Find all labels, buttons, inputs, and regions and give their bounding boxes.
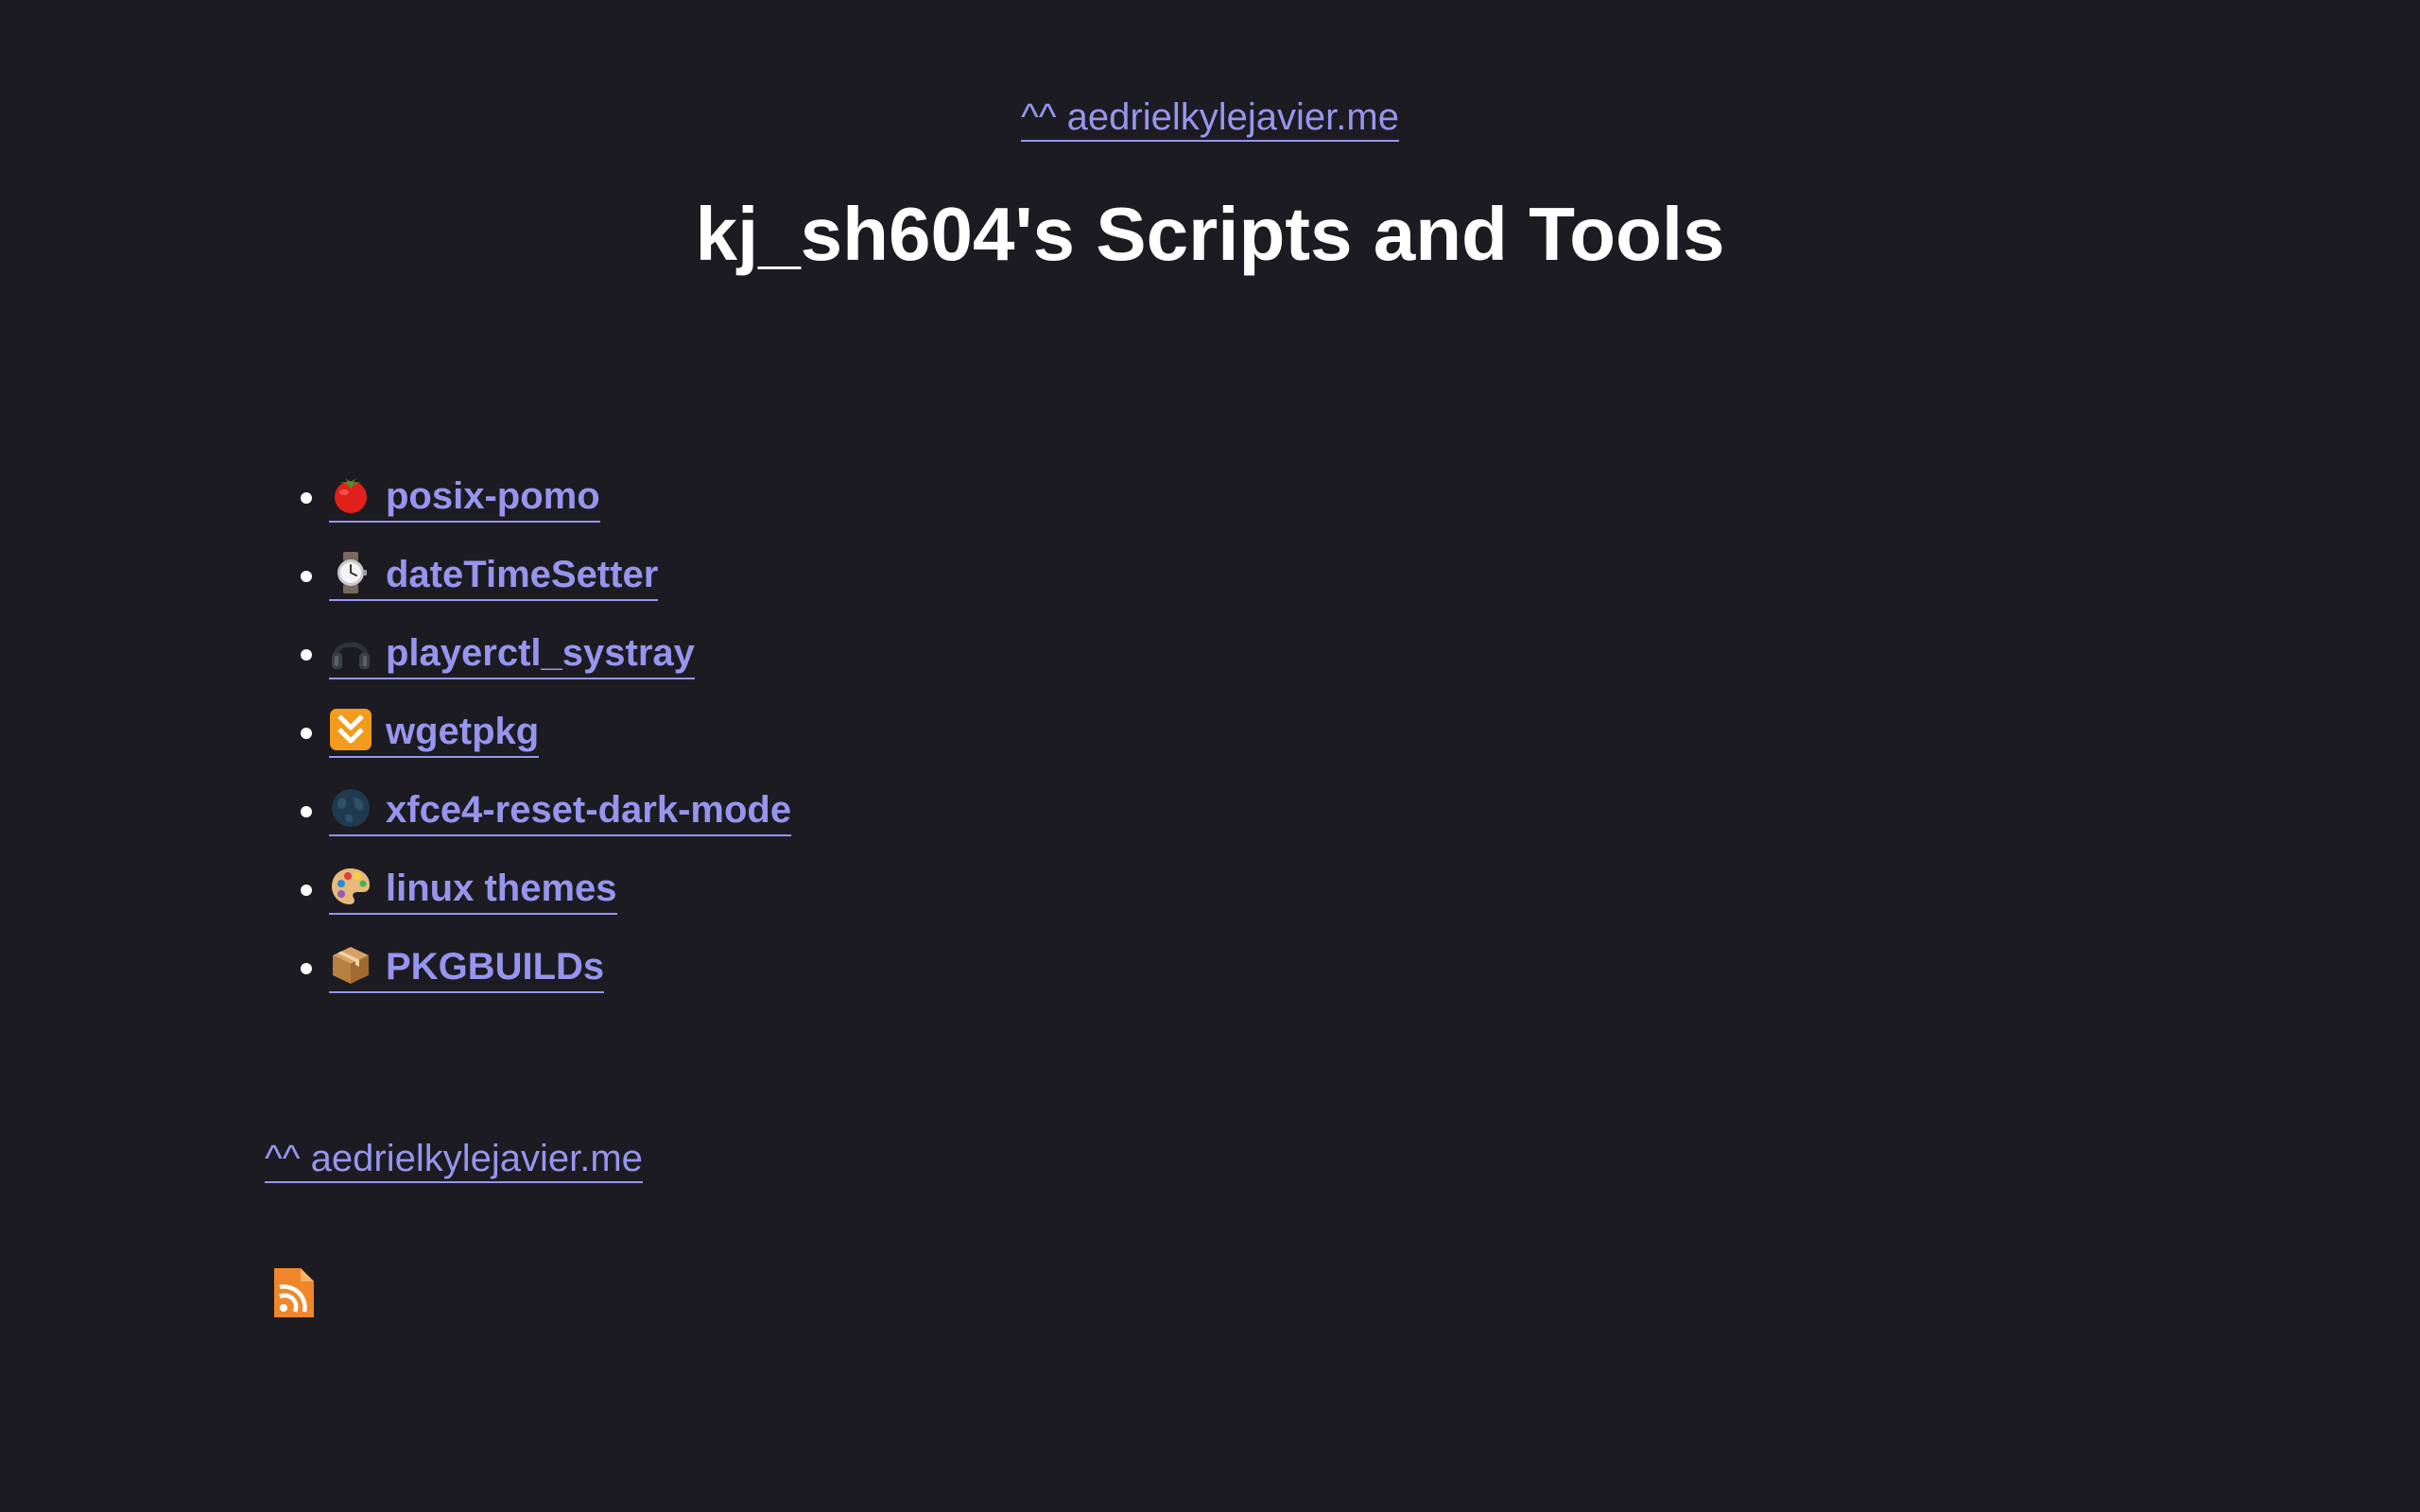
tomato-icon	[335, 478, 367, 513]
home-link-bottom[interactable]: ^^ aedrielkylejavier.me	[265, 1138, 643, 1183]
tool-label: posix-pomo	[386, 475, 600, 517]
fast-down-icon	[330, 709, 372, 750]
footer: ^^ aedrielkylejavier.me	[265, 1136, 643, 1183]
tool-link-posix-pomo[interactable]: posix-pomo	[329, 472, 600, 523]
list-item: posix-pomo	[329, 469, 791, 547]
tool-link-datetimesetter[interactable]: dateTimeSetter	[329, 551, 659, 601]
page: ^^ aedrielkylejavier.me kj_sh604's Scrip…	[0, 0, 2420, 1512]
tool-link-pkgbuilds[interactable]: PKGBUILDs	[329, 943, 605, 993]
globe-icon	[332, 789, 370, 827]
tool-label: playerctl_systray	[386, 632, 695, 674]
tool-link-playerctl-systray[interactable]: playerctl_systray	[329, 629, 695, 679]
headphones-icon	[332, 642, 370, 669]
watch-icon	[337, 552, 367, 593]
header: ^^ aedrielkylejavier.me	[0, 94, 2420, 142]
list-item: dateTimeSetter	[329, 547, 791, 626]
palette-icon	[332, 868, 370, 904]
list-item: linux themes	[329, 861, 791, 939]
home-link-top[interactable]: ^^ aedrielkylejavier.me	[1021, 96, 1399, 142]
list-item: xfce4-reset-dark-mode	[329, 782, 792, 861]
tool-link-linux-themes[interactable]: linux themes	[329, 865, 617, 915]
package-icon	[333, 947, 369, 984]
tool-label: linux themes	[386, 868, 617, 909]
tools-list: posix-pomo dateTimeSetter	[274, 469, 792, 1018]
tool-label: xfce4-reset-dark-mode	[386, 789, 792, 831]
list-item: PKGBUILDs	[329, 939, 791, 1018]
list-item: wgetpkg	[329, 704, 791, 782]
tool-label: PKGBUILDs	[386, 946, 605, 988]
list-item: playerctl_systray	[329, 626, 791, 704]
tool-link-wgetpkg[interactable]: wgetpkg	[329, 708, 540, 758]
rss-feed-icon	[274, 1268, 314, 1317]
page-title: kj_sh604's Scripts and Tools	[695, 192, 1725, 276]
tool-label: dateTimeSetter	[386, 554, 659, 595]
tool-link-xfce4-reset-dark-mode[interactable]: xfce4-reset-dark-mode	[329, 786, 792, 836]
rss-feed-link[interactable]	[270, 1266, 316, 1319]
tool-label: wgetpkg	[386, 711, 540, 752]
